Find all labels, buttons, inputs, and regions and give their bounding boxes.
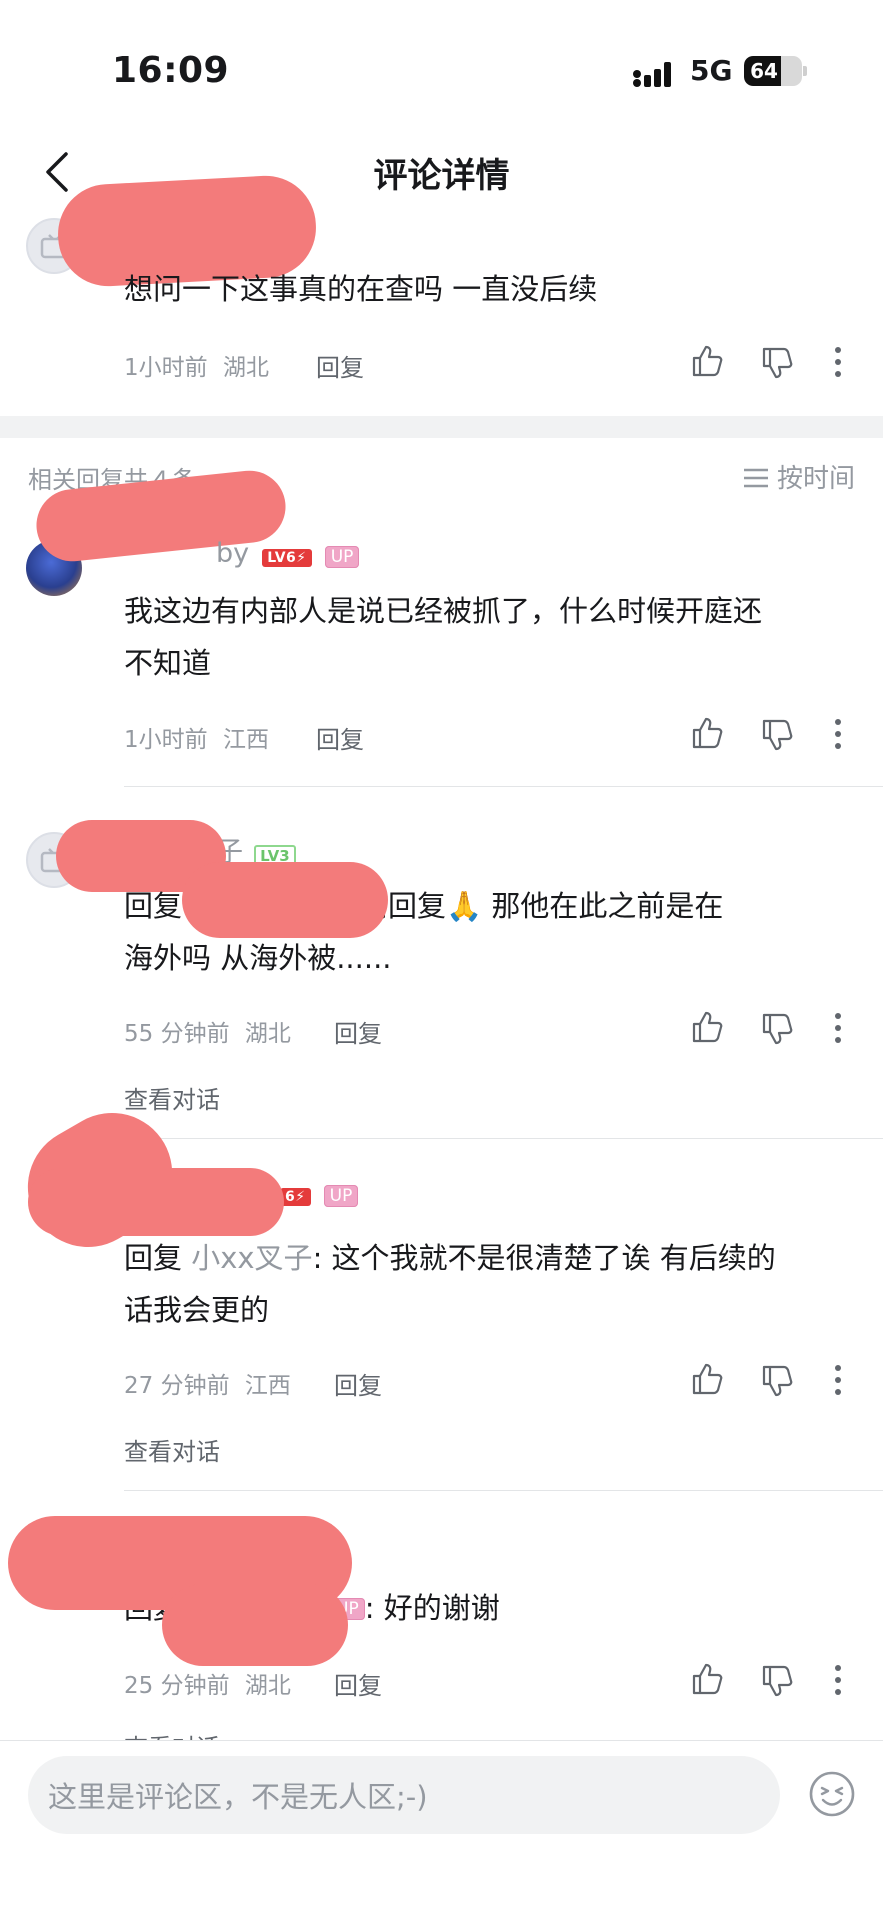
reply-time: 55 分钟前 (124, 1021, 230, 1047)
reply-button[interactable]: 回复 (316, 348, 364, 383)
reply-time: 1小时前 (124, 727, 208, 753)
reply-button[interactable]: 回复 (334, 1014, 382, 1049)
reply-location: 江西 (222, 727, 269, 753)
dislike-icon[interactable] (760, 718, 794, 752)
reply-button[interactable]: 回复 (334, 1666, 382, 1701)
reply-to-user[interactable]: 小xx叉子 (191, 1241, 312, 1275)
redaction-mark (28, 1168, 284, 1236)
reply-divider (124, 1490, 883, 1491)
more-icon[interactable] (832, 1012, 844, 1044)
comment-time: 1小时前 (124, 355, 208, 381)
reply-author-row: by LV6⚡ UP (124, 538, 360, 569)
reply-location: 湖北 (244, 1673, 291, 1699)
redaction-mark (182, 862, 388, 938)
reply-prefix: 回复 (124, 889, 183, 923)
more-icon[interactable] (832, 718, 844, 750)
reply-text-line2: 不知道 (124, 646, 212, 680)
comment-text: 想问一下这事真的在查吗 一直没后续 (124, 272, 598, 306)
up-badge: UP (324, 546, 360, 568)
reply-button[interactable]: 回复 (334, 1366, 382, 1401)
like-icon[interactable] (690, 716, 724, 750)
reply-text-line2: 话我会更的 (124, 1293, 270, 1327)
comment-meta: 1小时前 湖北 (124, 348, 269, 382)
reply-meta: 1小时前 江西 (124, 720, 269, 754)
sort-label: 按时间 (776, 464, 855, 494)
reply-prefix: 回复 (124, 1241, 183, 1275)
sort-icon (743, 468, 768, 488)
like-icon[interactable] (690, 1362, 724, 1396)
up-badge: UP (323, 1185, 359, 1207)
dislike-icon[interactable] (760, 1364, 794, 1398)
reply-location: 江西 (244, 1373, 291, 1399)
reply-text-line1: 回复 小xx叉子: 这个我就不是很清楚了诶 有后续的 (124, 1241, 776, 1275)
level-badge: LV6⚡ (262, 549, 312, 567)
reply-time: 27 分钟前 (124, 1373, 230, 1399)
battery-indicator: 64 (744, 56, 802, 86)
reply-text-line1: 我这边有内部人是说已经被抓了，什么时候开庭还 (124, 594, 763, 628)
dislike-icon[interactable] (760, 346, 794, 380)
dislike-icon[interactable] (760, 1012, 794, 1046)
comment-location: 湖北 (222, 355, 269, 381)
like-icon[interactable] (690, 1010, 724, 1044)
level-badge: 6⚡ (280, 1188, 311, 1206)
more-icon[interactable] (832, 346, 844, 378)
reply-meta: 25 分钟前 湖北 (124, 1666, 291, 1700)
reply-divider (124, 1138, 883, 1139)
sort-toggle[interactable]: 按时间 (743, 458, 855, 495)
reply-text-line2: 海外吗 从海外被...... (124, 941, 392, 975)
view-conversation-link[interactable]: 查看对话 (124, 1080, 220, 1115)
redaction-mark (162, 1584, 348, 1666)
reply-meta: 27 分钟前 江西 (124, 1366, 291, 1400)
battery-level: 64 (750, 59, 778, 83)
signal-icon (633, 62, 671, 87)
reply-location: 湖北 (244, 1021, 291, 1047)
more-icon[interactable] (832, 1664, 844, 1696)
battery-tip (803, 66, 807, 76)
status-time: 16:09 (112, 50, 230, 91)
like-icon[interactable] (690, 1662, 724, 1696)
reply-divider (124, 786, 883, 787)
reply-meta: 55 分钟前 湖北 (124, 1014, 291, 1048)
view-conversation-link[interactable]: 查看对话 (124, 1432, 220, 1467)
dislike-icon[interactable] (760, 1664, 794, 1698)
reply-button[interactable]: 回复 (316, 720, 364, 755)
reply-time: 25 分钟前 (124, 1673, 230, 1699)
comment-input-placeholder[interactable]: 这里是评论区，不是无人区;-) (48, 1774, 428, 1816)
more-icon[interactable] (832, 1364, 844, 1396)
like-icon[interactable] (690, 344, 724, 378)
author-name-fragment: by (216, 538, 250, 569)
emoji-icon[interactable] (808, 1770, 856, 1818)
section-divider (0, 416, 883, 438)
network-type: 5G (690, 54, 733, 87)
